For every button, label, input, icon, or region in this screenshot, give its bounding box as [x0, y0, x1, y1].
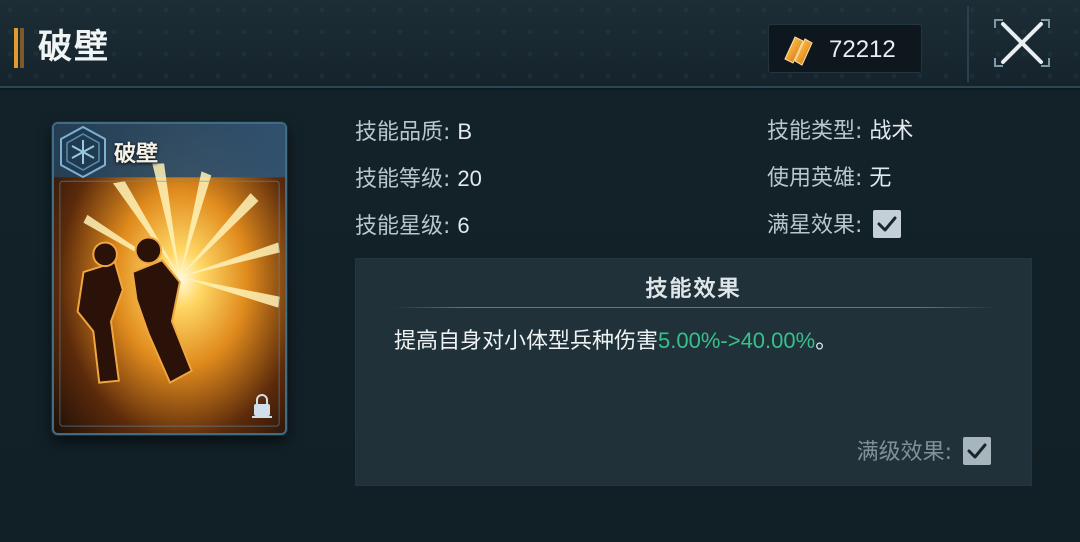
stat-value: B: [457, 119, 473, 144]
stat-label: 技能等级:: [355, 167, 451, 192]
close-icon: [994, 19, 1050, 67]
currency-value: 72212: [829, 36, 896, 63]
page-title: 破壁: [38, 27, 110, 67]
stat-hero: 使用英雄: 无: [767, 161, 891, 197]
stat-quality: 技能品质: B: [355, 114, 472, 150]
effect-text-prefix: 提高自身对小体型兵种伤害: [394, 329, 659, 354]
stat-label: 技能品质:: [355, 120, 451, 145]
title-accent-icon: [14, 28, 24, 68]
max-level-checkbox[interactable]: [963, 437, 991, 465]
stat-stars: 技能星级: 6: [355, 208, 470, 244]
max-level-effect-row: 满级效果:: [857, 435, 991, 471]
effect-description: 提高自身对小体型兵种伤害5.00%->40.00%。: [394, 323, 837, 355]
max-star-checkbox[interactable]: [873, 210, 902, 238]
stat-value: 无: [869, 166, 892, 191]
stat-label: 满星效果:: [767, 213, 863, 238]
stat-label: 技能类型:: [767, 119, 863, 144]
header-bar: 破壁 72212: [0, 0, 1080, 88]
effect-text-suffix: 。: [815, 329, 838, 354]
stat-max-star-effect: 满星效果:: [767, 208, 902, 244]
max-level-label: 满级效果:: [856, 440, 952, 465]
hex-emblem-icon: [60, 125, 106, 179]
crystal-icon: [784, 36, 813, 66]
stat-value: 战术: [869, 119, 914, 144]
effect-value-highlight: 5.00%->40.00%: [658, 328, 816, 353]
skill-card[interactable]: 破壁: [52, 122, 287, 435]
effect-divider: [392, 307, 995, 308]
header-divider: [967, 6, 969, 82]
check-icon: [967, 443, 987, 459]
skill-card-name: 破壁: [114, 141, 159, 167]
effect-title: 技能效果: [645, 277, 742, 302]
stat-label: 使用英雄:: [767, 166, 863, 191]
currency-display[interactable]: 72212: [768, 24, 922, 73]
skill-stats: 技能品质: B 技能等级: 20 技能星级: 6 技能类型: 战术 使用英雄: …: [355, 114, 1055, 254]
skill-effect-panel: 技能效果 提高自身对小体型兵种伤害5.00%->40.00%。 满级效果:: [355, 258, 1032, 486]
stat-value: 6: [457, 213, 470, 238]
stat-label: 技能星级:: [355, 214, 451, 239]
content-area: 破壁 技能品质: B 技能等级: 20 技能星级: 6 技能类型: 战术 使用英…: [0, 90, 1080, 542]
close-button[interactable]: [985, 8, 1059, 78]
lock-icon: [252, 394, 272, 418]
stat-type: 技能类型: 战术: [767, 114, 913, 150]
check-icon: [877, 216, 897, 232]
stat-level: 技能等级: 20: [355, 161, 482, 197]
stat-value: 20: [457, 166, 482, 191]
